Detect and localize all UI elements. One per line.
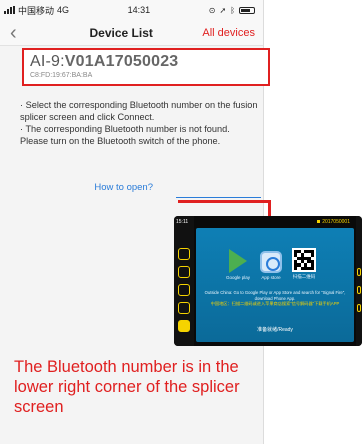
how-to-open-link[interactable]: How to open? (94, 182, 153, 193)
status-bar: 中国移动 4G 14:31 ⊙ ➚ ᛒ (0, 0, 263, 20)
network-label: 4G (57, 5, 70, 15)
splicer-side-btn-icon (357, 304, 361, 312)
splicer-time: 15:11 (176, 219, 189, 225)
all-devices-button[interactable]: All devices (202, 27, 255, 39)
splicer-text-en: Outside China: Go to Google Play or App … (204, 290, 346, 301)
splicer-bluetooth-id: 2017050001 (317, 219, 350, 225)
splicer-btn-icon (178, 266, 190, 278)
qr-label: 扫描二维码 (292, 274, 316, 279)
google-play-icon (229, 249, 248, 273)
splicer-btn-icon (178, 302, 190, 314)
app-store-item: App store (260, 251, 283, 280)
link-underline (176, 197, 261, 198)
instruction-line-1: · Select the corresponding Bluetooth num… (20, 100, 258, 123)
splicer-btn-icon (178, 320, 190, 332)
app-store-icon (260, 251, 283, 273)
status-right: ⊙ ➚ ᛒ (209, 6, 255, 15)
signal-icon (4, 6, 15, 14)
splicer-bt-label: 2017050001 (322, 219, 350, 225)
back-chevron-icon[interactable]: ‹ (10, 23, 40, 43)
page-title: Device List (89, 25, 153, 40)
instruction-line-2: · The corresponding Bluetooth number is … (20, 124, 230, 147)
location-icon: ➚ (219, 5, 227, 15)
device-name-prefix: AI-9: (30, 53, 65, 70)
clock-label: 14:31 (127, 5, 151, 15)
alarm-icon: ⊙ (208, 5, 216, 15)
bluetooth-icon: ᛒ (230, 5, 235, 15)
google-play-item: Google play (226, 249, 250, 280)
splicer-btn-icon (178, 248, 190, 260)
caption-text: The Bluetooth number is in the lower rig… (14, 358, 240, 417)
instructions-text: · Select the corresponding Bluetooth num… (20, 99, 260, 148)
nav-bar: ‹ Device List All devices (0, 20, 263, 46)
google-play-label: Google play (226, 275, 251, 280)
device-list-item[interactable]: AI-9:V01A17050023 C8:FD:19:67:BA:BA (22, 48, 270, 86)
splicer-sidebar: 15:11 (174, 216, 194, 346)
callout-line-horizontal (178, 200, 270, 203)
battery-icon (239, 6, 255, 14)
splicer-instructions: Outside China: Go to Google Play or App … (204, 290, 346, 307)
splicer-screen-image: 15:11 2017050001 Google play App store 扫… (174, 216, 362, 346)
splicer-btn-icon (178, 284, 190, 296)
splicer-side-btn-icon (357, 268, 361, 276)
device-mac: C8:FD:19:67:BA:BA (30, 72, 93, 79)
app-store-label: App store (261, 275, 281, 280)
splicer-right-bar (356, 216, 362, 346)
status-left: 中国移动 4G (4, 4, 69, 17)
splicer-side-btn-icon (357, 286, 361, 294)
splicer-ready-label: 准备就绪/Ready (257, 327, 293, 333)
device-name: AI-9:V01A17050023 (30, 53, 262, 71)
splicer-main-panel: 2017050001 Google play App store 扫描二维码 O… (196, 219, 354, 342)
splicer-text-cn: 中国地区：扫描二维码或进入苹果商店搜索"信号解码器"下载手机APP (210, 301, 340, 307)
qr-item: 扫描二维码 (292, 248, 317, 280)
bluetooth-dot-icon (317, 220, 321, 223)
splicer-app-icons: Google play App store 扫描二维码 (226, 248, 317, 280)
qr-code-icon (292, 248, 317, 272)
carrier-label: 中国移动 (18, 5, 55, 16)
device-name-id: V01A17050023 (64, 53, 179, 70)
